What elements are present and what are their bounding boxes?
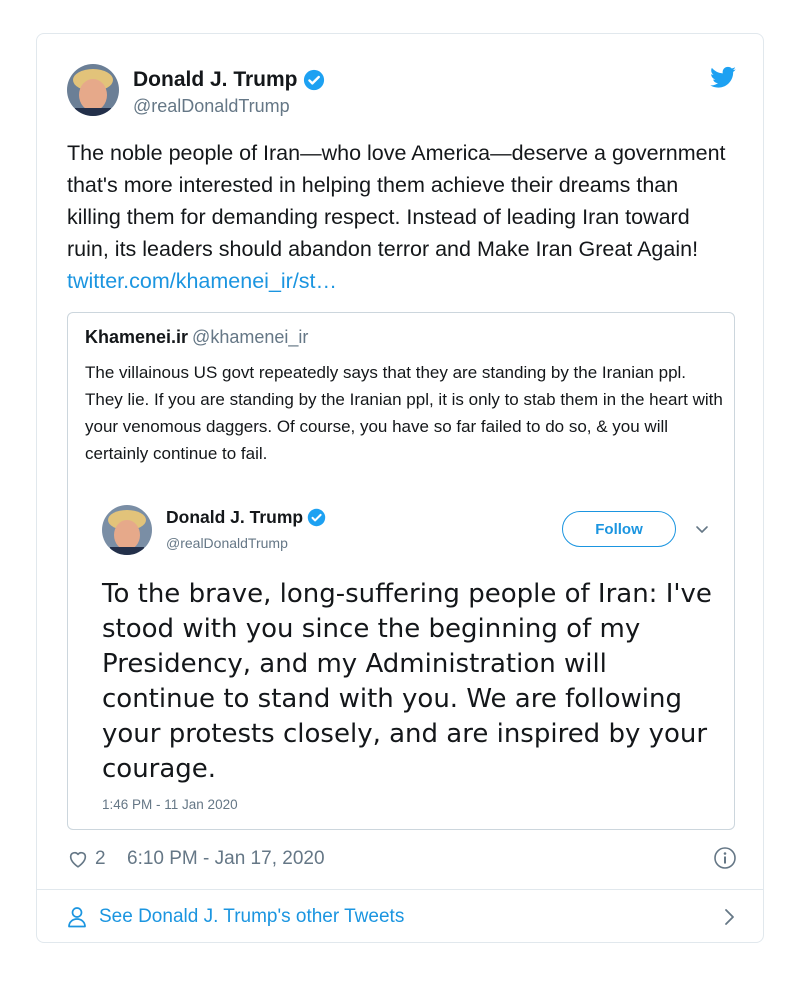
verified-badge-icon	[303, 69, 324, 91]
tweet-text: The noble people of Iran—who love Americ…	[67, 137, 737, 297]
author-handle[interactable]: @realDonaldTrump	[133, 96, 290, 117]
quoted-author-name: Khamenei.ir	[85, 327, 189, 347]
embedded-author-name[interactable]: Donald J. Trump	[166, 507, 303, 528]
tweet-header: Donald J. Trump @realDonaldTrump	[67, 64, 743, 124]
embedded-timestamp[interactable]: 1:46 PM - 11 Jan 2020	[102, 797, 238, 812]
tweet-meta: 2 6:10 PM - Jan 17, 2020	[67, 846, 737, 874]
divider	[37, 889, 763, 890]
embedded-avatar[interactable]	[102, 505, 152, 555]
quoted-tweet[interactable]: Khamenei.ir @khamenei_ir The villainous U…	[67, 312, 735, 830]
verified-badge-icon	[307, 508, 326, 527]
embedded-tweet-text: To the brave, long-suffering people of I…	[102, 579, 712, 784]
quoted-tweet-link[interactable]: twitter.com/khamenei_ir/st…	[67, 269, 337, 293]
person-icon	[68, 907, 86, 928]
embedded-tweet[interactable]: Donald J. Trump @realDonaldTrump Follow …	[102, 501, 712, 821]
embedded-author-handle[interactable]: @realDonaldTrump	[166, 535, 288, 551]
follow-button[interactable]: Follow	[562, 511, 676, 547]
like-count[interactable]: 2	[95, 848, 106, 870]
see-other-tweets-row[interactable]: See Donald J. Trump's other Tweets	[67, 902, 737, 932]
info-icon[interactable]	[713, 846, 737, 870]
tweet-body: The noble people of Iran—who love Americ…	[67, 141, 726, 261]
twitter-bird-icon[interactable]	[709, 64, 737, 92]
tweet-card: Donald J. Trump @realDonaldTrump The nob…	[36, 33, 764, 943]
quoted-tweet-text: The villainous US govt repeatedly says t…	[85, 363, 723, 463]
avatar[interactable]	[67, 64, 119, 116]
chevron-down-icon[interactable]	[694, 521, 710, 537]
see-other-tweets-link[interactable]: See Donald J. Trump's other Tweets	[99, 906, 404, 928]
quoted-author-handle: @khamenei_ir	[192, 327, 309, 347]
heart-icon[interactable]	[67, 848, 89, 870]
author-name[interactable]: Donald J. Trump	[133, 68, 298, 92]
chevron-right-icon[interactable]	[723, 907, 737, 927]
tweet-timestamp[interactable]: 6:10 PM - Jan 17, 2020	[127, 848, 325, 870]
